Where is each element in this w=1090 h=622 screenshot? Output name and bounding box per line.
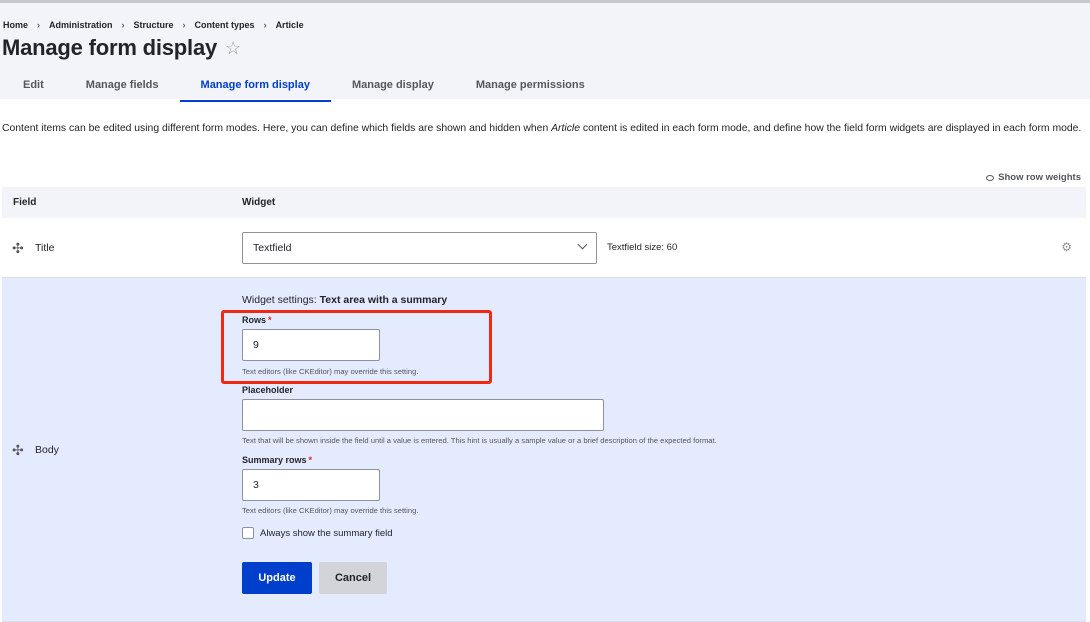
widget-settings-prefix: Widget settings: <box>242 294 320 306</box>
description-text-before: Content items can be edited using differ… <box>2 123 552 134</box>
rows-input-value: 9 <box>253 339 259 351</box>
fields-table: Field Widget ✣ Title Textfield Textfield… <box>2 187 1086 622</box>
eye-icon <box>986 174 995 181</box>
breadcrumb: Home › Administration › Structure › Cont… <box>3 20 304 30</box>
page-title: Manage form display ☆ <box>2 35 241 61</box>
breadcrumb-structure[interactable]: Structure <box>134 20 174 30</box>
update-button[interactable]: Update <box>242 562 312 594</box>
primary-tabs: Edit Manage fields Manage form display M… <box>0 71 606 102</box>
show-row-weights-label: Show row weights <box>998 172 1081 183</box>
rows-help: Text editors (like CKEditor) may overrid… <box>242 367 419 376</box>
summary-rows-label: Summary rows * <box>242 455 312 465</box>
description-text-after: content is edited in each form mode, and… <box>579 123 1082 134</box>
checkbox-box[interactable] <box>242 527 254 539</box>
placeholder-label: Placeholder <box>242 385 294 395</box>
tab-manage-permissions[interactable]: Manage permissions <box>455 71 606 102</box>
tab-manage-form-display[interactable]: Manage form display <box>179 71 332 102</box>
drag-handle-icon[interactable]: ✣ <box>12 443 24 457</box>
field-name-title: Title <box>35 242 55 254</box>
summary-rows-label-text: Summary rows <box>242 455 307 465</box>
summary-rows-input-value: 3 <box>253 479 259 491</box>
required-marker: * <box>308 455 313 465</box>
always-show-summary-label: Always show the summary field <box>260 527 393 539</box>
field-name-body: Body <box>35 444 59 456</box>
breadcrumb-content-types[interactable]: Content types <box>195 20 255 30</box>
show-row-weights-button[interactable]: Show row weights <box>986 172 1081 183</box>
breadcrumb-article[interactable]: Article <box>276 20 304 30</box>
breadcrumb-home[interactable]: Home <box>3 20 28 30</box>
placeholder-input[interactable] <box>242 399 604 431</box>
star-icon[interactable]: ☆ <box>225 38 241 59</box>
gear-icon[interactable]: ⚙ <box>1061 240 1072 254</box>
widget-select-title[interactable]: Textfield <box>242 232 597 264</box>
page-header: Home › Administration › Structure › Cont… <box>0 3 1090 102</box>
widget-settings-name: Text area with a summary <box>319 294 448 306</box>
tab-manage-fields[interactable]: Manage fields <box>65 71 180 102</box>
page-title-text: Manage form display <box>2 35 218 60</box>
tab-edit[interactable]: Edit <box>0 71 65 102</box>
drag-handle-icon[interactable]: ✣ <box>12 241 24 255</box>
widget-summary-title: Textfield size: 60 <box>607 242 678 253</box>
always-show-summary-checkbox[interactable]: Always show the summary field <box>242 527 393 539</box>
breadcrumb-separator: › <box>182 20 186 30</box>
tab-manage-display[interactable]: Manage display <box>331 71 455 102</box>
required-marker: * <box>268 315 272 325</box>
breadcrumb-administration[interactable]: Administration <box>49 20 113 30</box>
column-header-widget: Widget <box>242 197 276 208</box>
breadcrumb-separator: › <box>37 20 41 30</box>
chevron-down-icon <box>577 239 588 250</box>
description-content-type: Article <box>551 123 580 134</box>
rows-label-text: Rows <box>242 315 267 325</box>
cancel-button[interactable]: Cancel <box>319 562 387 594</box>
breadcrumb-separator: › <box>121 20 125 30</box>
table-row-title: ✣ Title Textfield Textfield size: 60 ⚙ <box>2 218 1086 278</box>
summary-rows-help: Text editors (like CKEditor) may overrid… <box>242 506 419 515</box>
table-header: Field Widget <box>2 187 1086 218</box>
table-row-body: ✣ Body Widget settings: Text area with a… <box>2 278 1086 622</box>
rows-input[interactable]: 9 <box>242 329 380 361</box>
widget-settings-title: Widget settings: Text area with a summar… <box>242 294 447 306</box>
widget-select-value: Textfield <box>253 242 292 254</box>
placeholder-help: Text that will be shown inside the field… <box>242 436 717 445</box>
page-description: Content items can be edited using differ… <box>2 121 1087 137</box>
summary-rows-input[interactable]: 3 <box>242 469 380 501</box>
rows-label: Rows * <box>242 315 272 325</box>
breadcrumb-separator: › <box>263 20 267 30</box>
column-header-field: Field <box>13 197 37 208</box>
